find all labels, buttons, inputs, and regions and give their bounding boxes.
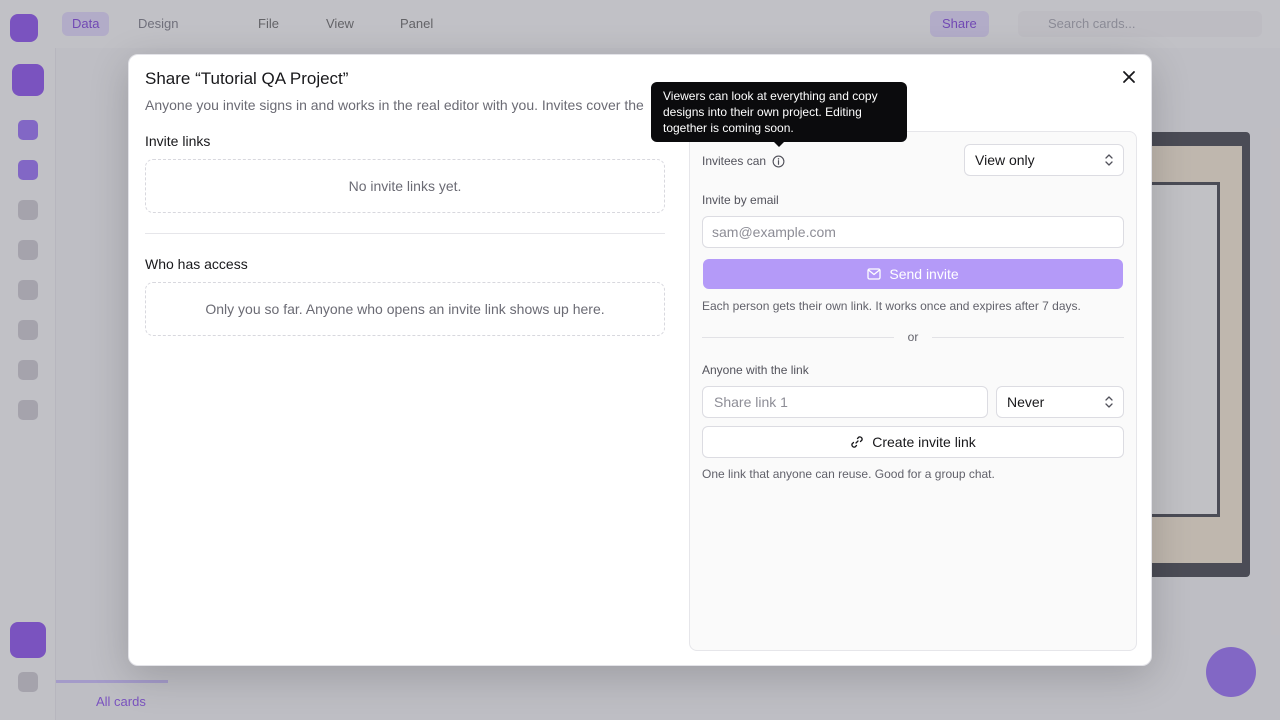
anyone-with-link-label: Anyone with the link (702, 363, 809, 377)
invite-panel: Invitees can View only Invite by email S… (689, 131, 1137, 651)
email-invite-hint: Each person gets their own link. It work… (702, 299, 1081, 313)
link-icon (851, 436, 863, 448)
invite-links-heading: Invite links (145, 133, 211, 149)
permission-value: View only (975, 152, 1035, 168)
send-invite-label: Send invite (889, 266, 959, 282)
info-icon[interactable] (772, 155, 785, 168)
select-chevron-icon (1105, 396, 1113, 408)
permission-tooltip: Viewers can look at everything and copy … (651, 82, 907, 142)
or-divider: or (702, 330, 1124, 344)
share-dialog: Share “Tutorial QA Project” Anyone you i… (128, 54, 1152, 666)
dialog-title: Share “Tutorial QA Project” (145, 69, 349, 88)
dialog-description: Anyone you invite signs in and works in … (145, 97, 644, 113)
select-chevron-icon (1105, 154, 1113, 166)
close-button[interactable] (1119, 67, 1139, 87)
create-invite-link-button[interactable]: Create invite link (702, 426, 1124, 458)
email-input[interactable] (702, 216, 1124, 248)
permission-select[interactable]: View only (964, 144, 1124, 176)
expiry-value: Never (1007, 394, 1045, 410)
invitees-can-text: Invitees can (702, 154, 767, 168)
mail-icon (867, 268, 882, 280)
invite-links-empty-state: No invite links yet. (145, 159, 665, 213)
link-hint: One link that anyone can reuse. Good for… (702, 467, 995, 481)
invitees-can-label: Invitees can (702, 154, 785, 168)
close-icon (1123, 71, 1135, 83)
tooltip-arrow (773, 141, 785, 147)
invite-by-email-label: Invite by email (702, 193, 779, 207)
expiry-select[interactable]: Never (996, 386, 1124, 418)
link-name-input[interactable] (702, 386, 988, 418)
access-empty-state: Only you so far. Anyone who opens an inv… (145, 282, 665, 336)
section-divider (145, 233, 665, 234)
send-invite-button[interactable]: Send invite (703, 259, 1123, 289)
who-has-access-heading: Who has access (145, 256, 248, 272)
create-invite-link-label: Create invite link (872, 434, 976, 450)
